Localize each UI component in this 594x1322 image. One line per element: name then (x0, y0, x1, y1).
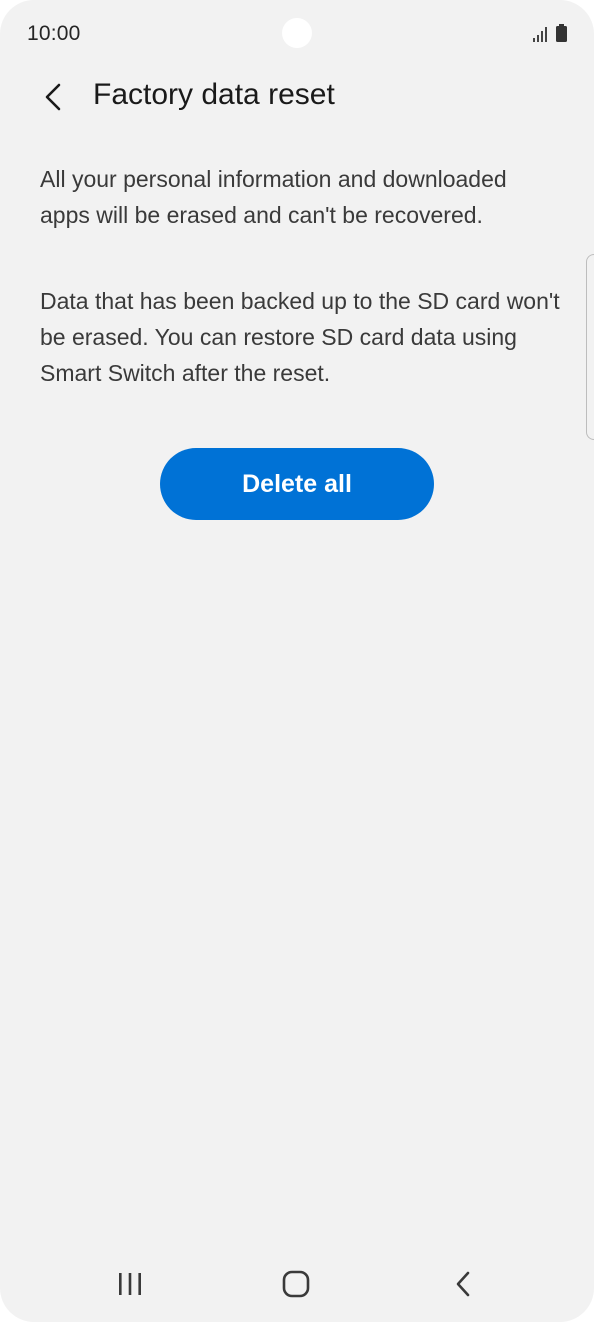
status-bar: 10:00 (0, 0, 594, 68)
home-button[interactable] (268, 1262, 324, 1306)
app-header: Factory data reset (0, 70, 594, 126)
navigation-bar (0, 1250, 594, 1316)
delete-all-button[interactable]: Delete all (160, 448, 434, 520)
home-icon (282, 1270, 310, 1298)
signal-icon (533, 27, 547, 42)
edge-panel-handle[interactable] (586, 254, 594, 440)
page-title: Factory data reset (93, 78, 335, 111)
back-button[interactable] (30, 74, 76, 120)
status-time: 10:00 (27, 22, 81, 45)
erase-warning-text: All your personal information and downlo… (40, 166, 507, 228)
camera-cutout (282, 18, 312, 48)
phone-screen: 10:00 Factory data reset All your person… (0, 0, 594, 1322)
chevron-left-icon (45, 83, 61, 111)
back-icon (456, 1271, 470, 1297)
nav-back-button[interactable] (435, 1262, 491, 1306)
recent-apps-button[interactable] (102, 1262, 158, 1306)
sd-card-info-text: Data that has been backed up to the SD c… (40, 288, 560, 386)
recent-apps-icon (119, 1273, 141, 1295)
battery-icon (556, 24, 567, 42)
